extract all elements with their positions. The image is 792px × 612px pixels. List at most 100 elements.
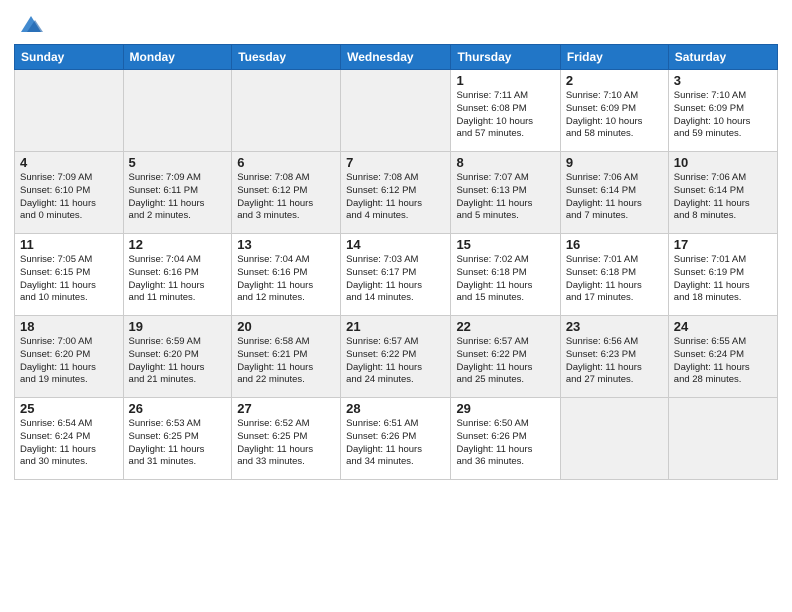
calendar-week-1: 1 Sunrise: 7:11 AM Sunset: 6:08 PM Daylig…: [15, 70, 778, 152]
calendar-cell: 8 Sunrise: 7:07 AM Sunset: 6:13 PM Daylig…: [451, 152, 560, 234]
day-info: Sunrise: 7:11 AM Sunset: 6:08 PM Dayligh…: [456, 90, 554, 141]
calendar-cell: 7Sunrise: 7:08 AM Sunset: 6:12 PM Daylig…: [341, 152, 451, 234]
logo-icon: [17, 10, 45, 38]
weekday-header-wednesday: Wednesday: [341, 45, 451, 70]
calendar-cell: 28 Sunrise: 6:51 AM Sunset: 6:26 PM Dayli…: [341, 398, 451, 480]
weekday-header-saturday: Saturday: [668, 45, 777, 70]
calendar-cell: 26Sunrise: 6:53 AM Sunset: 6:25 PM Dayli…: [123, 398, 232, 480]
day-info: Sunrise: 7:04 AM Sunset: 6:16 PM Dayligh…: [237, 254, 335, 305]
logo: [14, 14, 45, 38]
day-number: 13: [237, 237, 335, 252]
day-info: Sunrise: 7:02 AM Sunset: 6:18 PM Dayligh…: [456, 254, 554, 305]
day-info: Sunrise: 7:04 AM Sunset: 6:16 PM Dayligh…: [129, 254, 227, 305]
calendar-cell: 29 Sunrise: 6:50 AM Sunset: 6:26 PM Dayli…: [451, 398, 560, 480]
day-number: 26: [129, 401, 227, 416]
calendar-cell: 2 Sunrise: 7:10 AM Sunset: 6:09 PM Daylig…: [560, 70, 668, 152]
day-info: Sunrise: 7:09 AM Sunset: 6:10 PM Dayligh…: [20, 172, 118, 223]
day-info: Sunrise: 7:09 AM Sunset: 6:11 PM Dayligh…: [129, 172, 227, 223]
calendar-cell: 15 Sunrise: 7:02 AM Sunset: 6:18 PM Dayli…: [451, 234, 560, 316]
calendar-cell: 19 Sunrise: 6:59 AM Sunset: 6:20 PM Dayli…: [123, 316, 232, 398]
calendar-cell: [232, 70, 341, 152]
calendar-cell: 5 Sunrise: 7:09 AM Sunset: 6:11 PM Daylig…: [123, 152, 232, 234]
day-info: Sunrise: 7:07 AM Sunset: 6:13 PM Dayligh…: [456, 172, 554, 223]
day-number: 20: [237, 319, 335, 334]
day-number: 12: [129, 237, 227, 252]
calendar-cell: 9 Sunrise: 7:06 AM Sunset: 6:14 PM Daylig…: [560, 152, 668, 234]
day-info: Sunrise: 7:06 AM Sunset: 6:14 PM Dayligh…: [674, 172, 772, 223]
weekday-header-sunday: Sunday: [15, 45, 124, 70]
calendar-cell: 24 Sunrise: 6:55 AM Sunset: 6:24 PM Dayli…: [668, 316, 777, 398]
calendar-cell: [668, 398, 777, 480]
calendar-week-5: 25Sunrise: 6:54 AM Sunset: 6:24 PM Dayli…: [15, 398, 778, 480]
day-number: 24: [674, 319, 772, 334]
day-number: 10: [674, 155, 772, 170]
calendar-cell: [341, 70, 451, 152]
day-info: Sunrise: 6:59 AM Sunset: 6:20 PM Dayligh…: [129, 336, 227, 387]
calendar-cell: 17 Sunrise: 7:01 AM Sunset: 6:19 PM Dayli…: [668, 234, 777, 316]
calendar-cell: 27 Sunrise: 6:52 AM Sunset: 6:25 PM Dayli…: [232, 398, 341, 480]
day-number: 5: [129, 155, 227, 170]
day-number: 15: [456, 237, 554, 252]
day-number: 28: [346, 401, 445, 416]
weekday-header-row: SundayMondayTuesdayWednesdayThursdayFrid…: [15, 45, 778, 70]
day-info: Sunrise: 6:55 AM Sunset: 6:24 PM Dayligh…: [674, 336, 772, 387]
day-number: 2: [566, 73, 663, 88]
day-number: 1: [456, 73, 554, 88]
calendar-cell: 21 Sunrise: 6:57 AM Sunset: 6:22 PM Dayli…: [341, 316, 451, 398]
calendar-cell: 11Sunrise: 7:05 AM Sunset: 6:15 PM Dayli…: [15, 234, 124, 316]
day-number: 3: [674, 73, 772, 88]
calendar-cell: 16 Sunrise: 7:01 AM Sunset: 6:18 PM Dayli…: [560, 234, 668, 316]
day-info: Sunrise: 6:52 AM Sunset: 6:25 PM Dayligh…: [237, 418, 335, 469]
day-info: Sunrise: 7:03 AM Sunset: 6:17 PM Dayligh…: [346, 254, 445, 305]
day-number: 16: [566, 237, 663, 252]
day-number: 25: [20, 401, 118, 416]
calendar-cell: 14 Sunrise: 7:03 AM Sunset: 6:17 PM Dayli…: [341, 234, 451, 316]
calendar-cell: 22 Sunrise: 6:57 AM Sunset: 6:22 PM Dayli…: [451, 316, 560, 398]
day-number: 17: [674, 237, 772, 252]
calendar-cell: [15, 70, 124, 152]
day-info: Sunrise: 7:05 AM Sunset: 6:15 PM Dayligh…: [20, 254, 118, 305]
calendar-cell: 20 Sunrise: 6:58 AM Sunset: 6:21 PM Dayli…: [232, 316, 341, 398]
day-number: 14: [346, 237, 445, 252]
weekday-header-monday: Monday: [123, 45, 232, 70]
calendar-cell: 13 Sunrise: 7:04 AM Sunset: 6:16 PM Dayli…: [232, 234, 341, 316]
day-number: 29: [456, 401, 554, 416]
day-info: Sunrise: 7:08 AM Sunset: 6:12 PM Dayligh…: [237, 172, 335, 223]
day-info: Sunrise: 7:10 AM Sunset: 6:09 PM Dayligh…: [566, 90, 663, 141]
day-info: Sunrise: 7:01 AM Sunset: 6:19 PM Dayligh…: [674, 254, 772, 305]
weekday-header-friday: Friday: [560, 45, 668, 70]
calendar-cell: 10 Sunrise: 7:06 AM Sunset: 6:14 PM Dayli…: [668, 152, 777, 234]
day-number: 9: [566, 155, 663, 170]
day-number: 23: [566, 319, 663, 334]
day-number: 22: [456, 319, 554, 334]
day-info: Sunrise: 6:50 AM Sunset: 6:26 PM Dayligh…: [456, 418, 554, 469]
calendar-table: SundayMondayTuesdayWednesdayThursdayFrid…: [14, 44, 778, 480]
day-number: 4: [20, 155, 118, 170]
calendar-cell: 3Sunrise: 7:10 AM Sunset: 6:09 PM Daylig…: [668, 70, 777, 152]
calendar-week-2: 4 Sunrise: 7:09 AM Sunset: 6:10 PM Daylig…: [15, 152, 778, 234]
calendar-cell: [560, 398, 668, 480]
day-number: 8: [456, 155, 554, 170]
calendar-week-4: 18Sunrise: 7:00 AM Sunset: 6:20 PM Dayli…: [15, 316, 778, 398]
day-info: Sunrise: 7:06 AM Sunset: 6:14 PM Dayligh…: [566, 172, 663, 223]
weekday-header-tuesday: Tuesday: [232, 45, 341, 70]
day-number: 21: [346, 319, 445, 334]
day-info: Sunrise: 7:00 AM Sunset: 6:20 PM Dayligh…: [20, 336, 118, 387]
calendar-cell: 23 Sunrise: 6:56 AM Sunset: 6:23 PM Dayli…: [560, 316, 668, 398]
day-info: Sunrise: 7:01 AM Sunset: 6:18 PM Dayligh…: [566, 254, 663, 305]
day-info: Sunrise: 7:08 AM Sunset: 6:12 PM Dayligh…: [346, 172, 445, 223]
calendar-cell: [123, 70, 232, 152]
day-info: Sunrise: 6:56 AM Sunset: 6:23 PM Dayligh…: [566, 336, 663, 387]
calendar-cell: 6 Sunrise: 7:08 AM Sunset: 6:12 PM Daylig…: [232, 152, 341, 234]
day-info: Sunrise: 6:57 AM Sunset: 6:22 PM Dayligh…: [346, 336, 445, 387]
calendar-cell: 4 Sunrise: 7:09 AM Sunset: 6:10 PM Daylig…: [15, 152, 124, 234]
calendar-cell: 18Sunrise: 7:00 AM Sunset: 6:20 PM Dayli…: [15, 316, 124, 398]
day-number: 19: [129, 319, 227, 334]
day-info: Sunrise: 6:58 AM Sunset: 6:21 PM Dayligh…: [237, 336, 335, 387]
day-number: 27: [237, 401, 335, 416]
calendar-cell: 25Sunrise: 6:54 AM Sunset: 6:24 PM Dayli…: [15, 398, 124, 480]
day-info: Sunrise: 6:51 AM Sunset: 6:26 PM Dayligh…: [346, 418, 445, 469]
day-number: 6: [237, 155, 335, 170]
day-info: Sunrise: 6:57 AM Sunset: 6:22 PM Dayligh…: [456, 336, 554, 387]
calendar-week-3: 11Sunrise: 7:05 AM Sunset: 6:15 PM Dayli…: [15, 234, 778, 316]
